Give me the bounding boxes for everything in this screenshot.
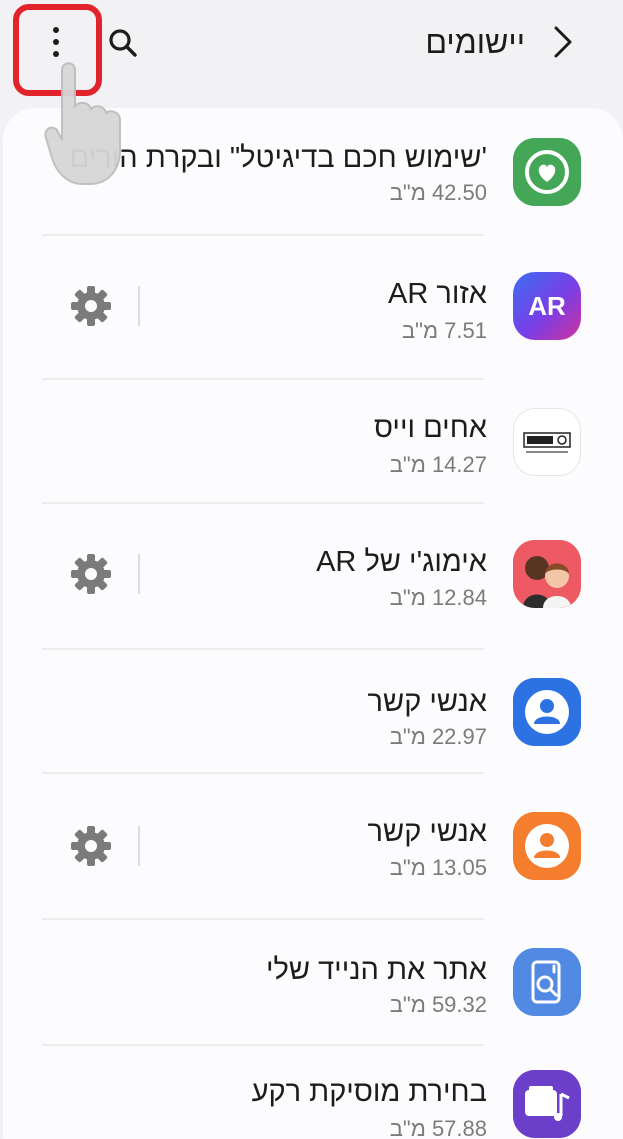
list-item[interactable]: אתר את הנייד שלי 59.32 מ"ב: [3, 920, 623, 1044]
list-item[interactable]: בחירת מוסיקת רקע 57.88 מ"ב: [3, 1046, 623, 1139]
app-settings-button[interactable]: [67, 282, 115, 330]
separator: [138, 286, 140, 326]
app-name: בחירת מוסיקת רקע: [251, 1076, 487, 1108]
gear-icon: [71, 826, 111, 866]
app-name: אתר את הנייד שלי: [265, 954, 487, 986]
app-settings-button[interactable]: [67, 822, 115, 870]
tap-highlight-frame: [13, 4, 102, 96]
apps-list: 'שימוש חכם בדיגיטל" ובקרת הורים 42.50 מ"…: [3, 108, 623, 1139]
app-name: אזור AR: [388, 278, 487, 310]
list-item[interactable]: אנשי קשר 22.97 מ"ב: [3, 650, 623, 772]
app-size: 7.51 מ"ב: [401, 318, 487, 343]
digital-wellbeing-icon: [513, 138, 581, 206]
app-name: אנשי קשר: [367, 686, 487, 718]
contacts-icon: [513, 678, 581, 746]
gear-icon: [71, 554, 111, 594]
ar-emoji-icon: [513, 540, 581, 608]
app-size: 12.84 מ"ב: [389, 585, 487, 610]
app-name: אימוג'י של AR: [316, 546, 487, 578]
gear-icon: [71, 286, 111, 326]
contacts-orange-icon: [513, 812, 581, 880]
ar-zone-icon-text: AR: [528, 290, 566, 321]
ar-zone-icon: AR: [513, 272, 581, 340]
list-item[interactable]: 'שימוש חכם בדיגיטל" ובקרת הורים 42.50 מ"…: [3, 108, 623, 234]
app-name: אנשי קשר: [367, 816, 487, 848]
list-item[interactable]: AR אזור AR 7.51 מ"ב: [3, 236, 623, 378]
list-item[interactable]: אנשי קשר 13.05 מ"ב: [3, 774, 623, 918]
back-button[interactable]: [543, 22, 583, 62]
app-name: אחים וייס: [373, 412, 487, 444]
app-size: 42.50 מ"ב: [389, 180, 487, 205]
background-music-icon: [513, 1070, 581, 1138]
page-title: יישומים: [425, 24, 525, 60]
app-name: 'שימוש חכם בדיגיטל" ובקרת הורים: [69, 142, 487, 174]
app-size: 57.88 מ"ב: [389, 1116, 487, 1139]
list-item[interactable]: אחים וייס 14.27 מ"ב: [3, 380, 623, 502]
app-bar: יישומים: [0, 0, 623, 100]
separator: [138, 554, 140, 594]
list-item[interactable]: אימוג'י של AR 12.84 מ"ב: [3, 504, 623, 648]
search-button[interactable]: [100, 20, 146, 66]
app-size: 13.05 מ"ב: [389, 855, 487, 880]
separator: [138, 826, 140, 866]
chevron-right-icon: [554, 26, 572, 58]
app-size: 59.32 מ"ב: [389, 992, 487, 1017]
app-size: 14.27 מ"ב: [389, 452, 487, 477]
app-settings-button[interactable]: [67, 550, 115, 598]
search-icon: [109, 29, 137, 57]
app-size: 22.97 מ"ב: [389, 724, 487, 749]
weiss-logo-icon: [513, 408, 581, 476]
find-my-mobile-icon: [513, 948, 581, 1016]
